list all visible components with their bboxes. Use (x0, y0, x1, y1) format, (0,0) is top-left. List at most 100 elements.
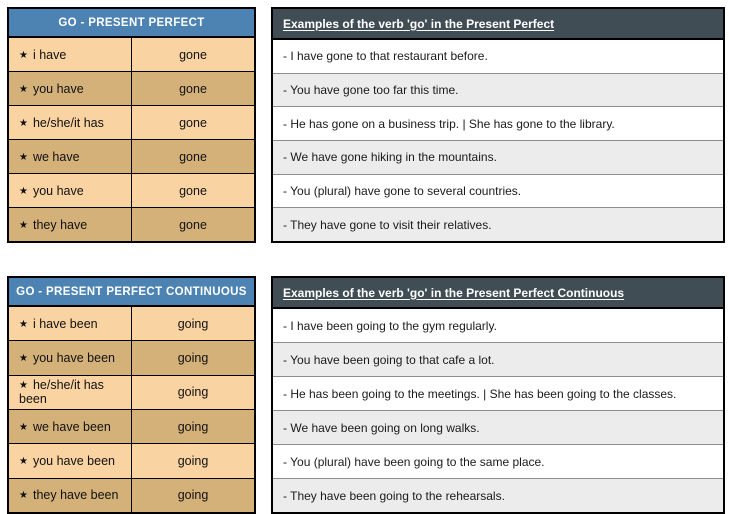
pronoun-label: they have (32, 217, 88, 232)
conjugation-table-title: GO - PRESENT PERFECT CONTINUOUS (8, 277, 255, 307)
example-sentence: - He has gone on a business trip. | She … (272, 106, 724, 141)
table-row: - He has gone on a business trip. | She … (272, 106, 724, 141)
table-row: ★ he/she/it has been going (8, 374, 255, 410)
pronoun-label: you have been (32, 453, 115, 468)
pronoun-label: they have been (32, 488, 119, 503)
star-icon: ★ (19, 490, 28, 502)
table-row: - I have been going to the gym regularly… (272, 307, 724, 343)
table-row: - You (plural) have been going to the sa… (272, 444, 724, 479)
verb-form-cell: going (131, 340, 255, 376)
example-sentence: - I have gone to that restaurant before. (272, 38, 724, 74)
table-header-row: Examples of the verb 'go' in the Present… (272, 277, 724, 309)
table-row: - I have gone to that restaurant before. (272, 38, 724, 74)
conjugation-table-present-perfect-continuous: GO - PRESENT PERFECT CONTINUOUS ★ i have … (7, 276, 256, 514)
star-icon: ★ (19, 318, 28, 330)
examples-title-text: Examples of the verb 'go' in the Present… (283, 16, 555, 31)
pronoun-cell: ★ he/she/it has been (8, 374, 132, 410)
example-sentence: - You have been going to that cafe a lot… (272, 342, 724, 377)
table-header-row: GO - PRESENT PERFECT (8, 8, 255, 38)
pronoun-cell: ★ you have been (8, 443, 132, 479)
pronoun-label: he/she/it has been (19, 378, 104, 407)
pronoun-cell: ★ i have (8, 36, 132, 72)
examples-title-text: Examples of the verb 'go' in the Present… (283, 285, 625, 300)
star-icon: ★ (19, 455, 28, 467)
pronoun-cell: ★ we have been (8, 408, 132, 445)
example-sentence: - They have been going to the rehearsals… (272, 478, 724, 514)
star-icon: ★ (19, 219, 28, 231)
examples-table-present-perfect: Examples of the verb 'go' in the Present… (271, 7, 725, 243)
table-row: ★ i have been going (8, 305, 255, 342)
verb-form-cell: gone (131, 173, 255, 208)
star-icon: ★ (19, 83, 28, 95)
verb-form-cell: going (131, 443, 255, 479)
table-row: ★ you have gone (8, 71, 255, 106)
example-sentence: - You (plural) have been going to the sa… (272, 444, 724, 479)
table-header-row: GO - PRESENT PERFECT CONTINUOUS (8, 277, 255, 307)
examples-table-present-perfect-continuous: Examples of the verb 'go' in the Present… (271, 276, 725, 514)
verb-form-cell: gone (131, 105, 255, 140)
star-icon: ★ (19, 117, 28, 129)
pronoun-label: i have been (32, 316, 98, 331)
pronoun-label: you have (32, 183, 84, 198)
verb-form-cell: going (131, 374, 255, 410)
example-sentence: - I have been going to the gym regularly… (272, 307, 724, 343)
table-row: - They have gone to visit their relative… (272, 207, 724, 243)
example-sentence: - You have gone too far this time. (272, 72, 724, 108)
pronoun-cell: ★ they have been (8, 477, 132, 514)
table-row: ★ you have gone (8, 173, 255, 208)
star-icon: ★ (19, 421, 28, 433)
table-row: - We have been going on long walks. (272, 410, 724, 445)
verb-form-cell: gone (131, 139, 255, 174)
verb-form-cell: gone (131, 71, 255, 106)
table-row: ★ they have been going (8, 477, 255, 514)
table-row: - You have been going to that cafe a lot… (272, 342, 724, 377)
pronoun-label: we have (32, 149, 80, 164)
pronoun-cell: ★ you have been (8, 340, 132, 376)
star-icon: ★ (19, 49, 28, 61)
pronoun-label: i have (32, 47, 67, 62)
example-sentence: - You (plural) have gone to several coun… (272, 173, 724, 209)
example-sentence: - We have gone hiking in the mountains. (272, 139, 724, 175)
verb-form-cell: going (131, 477, 255, 514)
example-sentence: - They have gone to visit their relative… (272, 207, 724, 243)
pronoun-cell: ★ he/she/it has (8, 105, 132, 140)
star-icon: ★ (19, 185, 28, 197)
table-row: - We have gone hiking in the mountains. (272, 139, 724, 175)
examples-table-title: Examples of the verb 'go' in the Present… (272, 277, 724, 309)
example-sentence: - We have been going on long walks. (272, 410, 724, 445)
table-row: ★ we have been going (8, 408, 255, 445)
example-sentence: - He has been going to the meetings. | S… (272, 376, 724, 411)
section-present-perfect-continuous: GO - PRESENT PERFECT CONTINUOUS ★ i have … (7, 276, 725, 514)
table-header-row: Examples of the verb 'go' in the Present… (272, 8, 724, 40)
table-row: - You (plural) have gone to several coun… (272, 173, 724, 209)
table-row: ★ he/she/it has gone (8, 105, 255, 140)
table-row: ★ you have been going (8, 443, 255, 479)
pronoun-cell: ★ we have (8, 139, 132, 174)
pronoun-label: we have been (32, 419, 111, 434)
pronoun-label: you have been (32, 350, 115, 365)
pronoun-label: he/she/it has (32, 115, 104, 130)
verb-conjugation-sheet: GO - PRESENT PERFECT ★ i have gone ★ you h… (0, 0, 729, 514)
table-row: ★ we have gone (8, 139, 255, 174)
pronoun-cell: ★ they have (8, 207, 132, 243)
verb-form-cell: going (131, 305, 255, 342)
conjugation-table-present-perfect: GO - PRESENT PERFECT ★ i have gone ★ you h… (7, 7, 256, 243)
star-icon: ★ (19, 380, 28, 392)
verb-form-cell: gone (131, 36, 255, 72)
pronoun-cell: ★ you have (8, 71, 132, 106)
table-row: ★ you have been going (8, 340, 255, 376)
table-row: - He has been going to the meetings. | S… (272, 376, 724, 411)
star-icon: ★ (19, 352, 28, 364)
table-row: - You have gone too far this time. (272, 72, 724, 108)
verb-form-cell: gone (131, 207, 255, 243)
pronoun-cell: ★ i have been (8, 305, 132, 342)
examples-table-title: Examples of the verb 'go' in the Present… (272, 8, 724, 40)
section-present-perfect: GO - PRESENT PERFECT ★ i have gone ★ you h… (7, 7, 725, 243)
verb-form-cell: going (131, 408, 255, 445)
pronoun-label: you have (32, 81, 84, 96)
table-row: ★ i have gone (8, 36, 255, 72)
conjugation-table-title: GO - PRESENT PERFECT (8, 8, 255, 38)
table-row: ★ they have gone (8, 207, 255, 243)
pronoun-cell: ★ you have (8, 173, 132, 208)
star-icon: ★ (19, 151, 28, 163)
